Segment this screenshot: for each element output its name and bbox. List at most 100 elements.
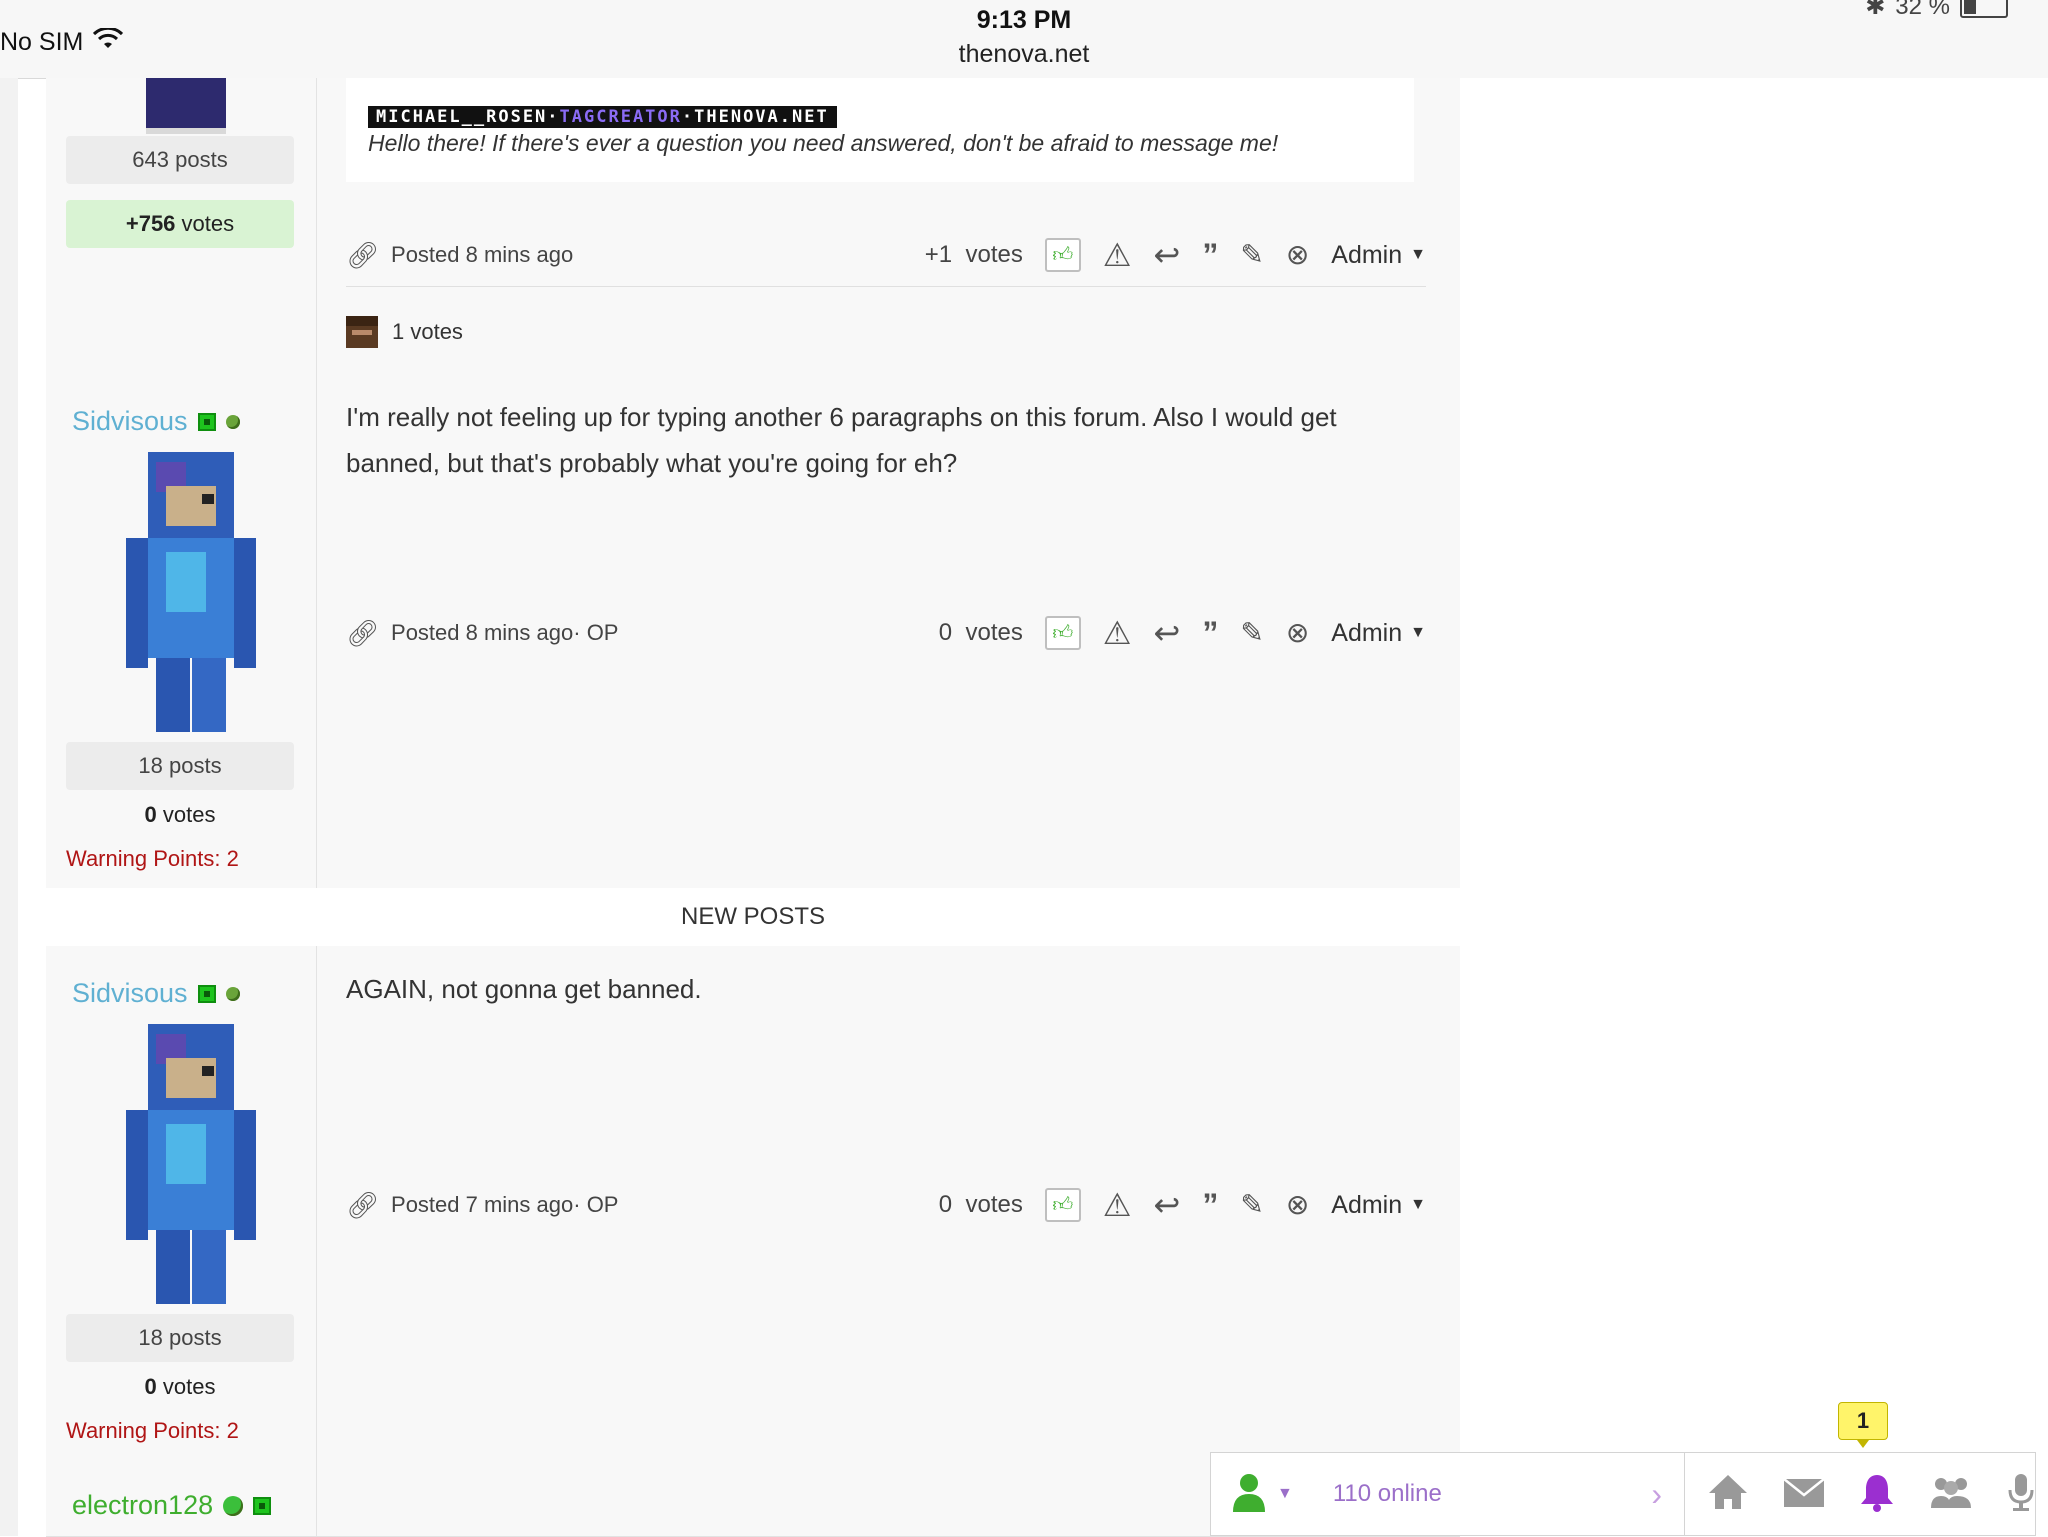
report-icon[interactable]: ⚠ [1103, 239, 1132, 271]
post-body: AGAIN, not gonna get banned. [346, 966, 1426, 1012]
forum-post: Sidvisous 18 posts 0 votes Warning Point… [46, 374, 1460, 889]
post-author-panel: Sidvisous 18 posts 0 votes Warning Point… [46, 374, 317, 888]
edit-icon[interactable]: ✎ [1240, 241, 1263, 269]
delete-icon[interactable]: ⊗ [1286, 619, 1309, 647]
users-icon[interactable] [1929, 1474, 1973, 1515]
upvote-button[interactable]: 👍︎ [1044, 1188, 1081, 1222]
forum-post: 643 posts +756 votes MICHAEL__ROSEN·TAGC… [46, 78, 1460, 375]
caret-down-icon: ▼ [1410, 624, 1426, 641]
caret-down-icon: ▼ [1410, 1196, 1426, 1213]
bluetooth-icon: ✱ [1865, 0, 1886, 20]
online-count: 110 online [1332, 1480, 1442, 1507]
battery-icon [1960, 0, 2008, 18]
battery-status: ✱ 32 % [1865, 0, 2008, 21]
online-status-icon [223, 1495, 244, 1516]
op-label: · OP [573, 1192, 619, 1217]
avatar[interactable] [126, 452, 256, 732]
permalink-icon[interactable]: 🔗︎ [346, 1192, 379, 1218]
post-author-panel: electron128 [46, 1466, 317, 1536]
ios-status-bar: No SIM 9:13 PM thenova.net ✱ 32 % [0, 0, 2048, 79]
vote-total-value: +756 [125, 211, 176, 236]
signature-banner-image: MICHAEL__ROSEN·TAGCREATOR·THENOVA.NET [368, 106, 837, 128]
chevron-right-icon: › [1651, 1475, 1662, 1512]
edit-icon[interactable]: ✎ [1240, 1191, 1263, 1219]
quote-icon[interactable]: ” [1202, 1189, 1218, 1221]
edit-icon[interactable]: ✎ [1240, 619, 1263, 647]
bell-icon[interactable] [1859, 1472, 1895, 1517]
vote-total-value: 0 [144, 1374, 157, 1399]
post-meta: 🔗︎ Posted 8 mins ago +1 votes 👍︎ ⚠ ↩ ” ✎… [346, 226, 1426, 287]
post-meta: 🔗︎ Posted 7 mins ago · OP 0 votes 👍︎ ⚠ ↩… [346, 1180, 1426, 1240]
upvote-button[interactable]: 👍︎ [1044, 238, 1081, 272]
author-post-count: 18 posts [66, 742, 294, 790]
vote-total-label: votes [162, 1374, 216, 1399]
vote-count: +1 votes [924, 241, 1023, 268]
clock: 9:13 PM [976, 6, 1072, 34]
quote-icon[interactable]: ” [1202, 617, 1218, 649]
battery-percent: 32 % [1895, 0, 1950, 20]
signature-banner-name: MICHAEL__ROSEN· [376, 107, 560, 127]
report-icon[interactable]: ⚠ [1103, 617, 1132, 649]
author-post-count: 643 posts [66, 136, 294, 184]
delete-icon[interactable]: ⊗ [1286, 1191, 1309, 1219]
admin-dropdown[interactable]: Admin ▼ [1331, 619, 1426, 648]
thumbs-up-icon: 👍︎ [1052, 244, 1074, 266]
author-vote-total: 0 votes [66, 1374, 294, 1400]
avatar[interactable] [126, 1024, 256, 1304]
post-author-panel: Sidvisous 18 posts 0 votes Warning Point… [46, 946, 317, 1466]
reply-icon[interactable]: ↩ [1154, 617, 1181, 649]
reply-icon[interactable]: ↩ [1154, 1189, 1181, 1221]
op-label: · OP [573, 620, 619, 645]
post-meta: 🔗︎ Posted 8 mins ago · OP 0 votes 👍︎ ⚠ ↩… [346, 608, 1426, 668]
avatar[interactable] [146, 78, 226, 134]
post-text: AGAIN, not gonna get banned. [346, 974, 702, 1004]
bottom-toolbar: ▼ 110 online › [1210, 1452, 2036, 1536]
vote-total-label: votes [162, 802, 216, 827]
author-username[interactable]: electron128 [72, 1490, 213, 1521]
admin-dropdown[interactable]: Admin ▼ [1331, 1191, 1426, 1220]
voters-count[interactable]: 1 votes [392, 319, 463, 345]
rank-badge-icon [253, 1496, 272, 1515]
author-username[interactable]: Sidvisous [72, 978, 188, 1009]
post-timestamp[interactable]: Posted 7 mins ago [391, 1192, 573, 1218]
thumbs-up-icon: 👍︎ [1052, 1194, 1074, 1216]
delete-icon[interactable]: ⊗ [1286, 241, 1309, 269]
microphone-icon[interactable] [2007, 1472, 2035, 1517]
signature-banner-tag: TAGCREATOR [559, 107, 682, 127]
page-right-margin [1460, 78, 2048, 1536]
author-post-count: 18 posts [66, 1314, 294, 1362]
warning-points: Warning Points: 2 [66, 1418, 239, 1443]
user-icon [1231, 1472, 1267, 1517]
mail-icon[interactable] [1783, 1476, 1825, 1513]
post-body: I'm really not feeling up for typing ano… [346, 394, 1426, 486]
notification-count-badge[interactable]: 1 [1838, 1402, 1888, 1448]
voter-avatar[interactable] [346, 316, 378, 348]
online-status-icon [225, 414, 240, 429]
online-users-toggle[interactable]: ▼ 110 online › [1211, 1453, 1685, 1535]
admin-dropdown[interactable]: Admin ▼ [1331, 241, 1426, 270]
post-timestamp[interactable]: Posted 8 mins ago [391, 620, 573, 646]
author-vote-total: 0 votes [66, 802, 294, 828]
warning-points: Warning Points: 2 [66, 846, 239, 871]
caret-down-icon: ▼ [1410, 246, 1426, 263]
post-timestamp[interactable]: Posted 8 mins ago [391, 242, 573, 268]
quote-icon[interactable]: ” [1202, 239, 1218, 271]
address-bar-url[interactable]: thenova.net [0, 40, 2048, 69]
reply-icon[interactable]: ↩ [1154, 239, 1181, 271]
post-author-panel: 643 posts +756 votes [46, 78, 317, 374]
permalink-icon[interactable]: 🔗︎ [346, 620, 379, 646]
online-status-icon [225, 986, 240, 1001]
home-icon[interactable] [1707, 1473, 1749, 1516]
vote-count: 0 votes [938, 619, 1023, 646]
vote-total-value: 0 [144, 802, 157, 827]
upvote-button[interactable]: 👍︎ [1044, 616, 1081, 650]
author-username[interactable]: Sidvisous [72, 406, 188, 437]
rank-badge-icon [197, 984, 216, 1003]
user-signature: MICHAEL__ROSEN·TAGCREATOR·THENOVA.NET He… [346, 78, 1414, 182]
vote-total-label: votes [181, 211, 235, 236]
permalink-icon[interactable]: 🔗︎ [346, 242, 379, 268]
vote-count: 0 votes [938, 1191, 1023, 1218]
thumbs-up-icon: 👍︎ [1052, 622, 1074, 644]
report-icon[interactable]: ⚠ [1103, 1189, 1132, 1221]
page-left-gutter [0, 78, 18, 1536]
